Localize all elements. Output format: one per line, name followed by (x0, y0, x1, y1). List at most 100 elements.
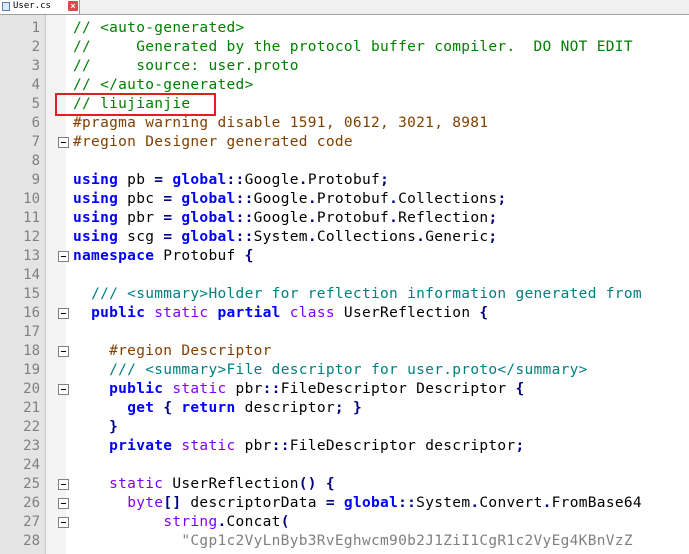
code-token: descriptorData (181, 495, 326, 511)
code-line[interactable]: 27 string.Concat( (0, 513, 689, 532)
code-text: /// <summary>Holder for reflection infor… (73, 285, 642, 304)
line-number: 13 (23, 248, 40, 264)
fold-toggle-icon[interactable] (58, 384, 69, 395)
code-text: "Cgp1c2VyLnByb3RvEghwcm90b2J1ZiI1CgR1c2V… (73, 532, 633, 551)
code-token: #region Designer generated code (73, 134, 353, 150)
code-token: byte (127, 495, 164, 511)
line-number: 19 (23, 362, 40, 378)
code-token: ; (497, 191, 507, 207)
fold-toggle-icon[interactable] (58, 251, 69, 262)
close-icon[interactable]: × (68, 1, 78, 11)
code-line[interactable]: 25 static UserReflection() { (0, 475, 689, 494)
code-token: get (127, 400, 155, 416)
code-token: [] (163, 495, 182, 511)
code-line[interactable]: 18 #region Descriptor (0, 342, 689, 361)
code-token: Protobuf (307, 172, 381, 188)
code-text: private static pbr::FileDescriptor descr… (73, 437, 525, 456)
tab-user-cs[interactable]: User.cs × (0, 0, 80, 14)
code-token: FromBase64 (551, 495, 642, 511)
code-line[interactable]: 7 #region Designer generated code (0, 133, 689, 152)
code-token: . (389, 191, 399, 207)
code-token: Protobuf (316, 191, 390, 207)
code-text: #region Descriptor (73, 342, 272, 361)
code-token: static (154, 305, 209, 321)
line-number: 24 (23, 457, 40, 473)
line-number: 27 (23, 514, 40, 530)
fold-toggle-icon[interactable] (58, 479, 69, 490)
code-line[interactable]: 9 using pb = global::Google.Protobuf; (0, 171, 689, 190)
code-text: byte[] descriptorData = global::System.C… (73, 494, 642, 513)
code-line[interactable]: 19 /// <summary>File descriptor for user… (0, 361, 689, 380)
code-text: string.Concat( (73, 513, 290, 532)
code-token: using (73, 229, 119, 245)
line-number: 22 (23, 419, 40, 435)
fold-toggle-icon[interactable] (58, 517, 69, 528)
code-token: :: (398, 495, 417, 511)
code-line[interactable]: 2 // Generated by the protocol buffer com… (0, 38, 689, 57)
code-token: static (109, 476, 164, 492)
code-line[interactable]: 14 (0, 266, 689, 285)
line-number: 25 (23, 476, 40, 492)
code-text: public static pbr::FileDescriptor Descri… (73, 380, 525, 399)
code-line[interactable]: 17 (0, 323, 689, 342)
code-token: = (325, 495, 335, 511)
code-token: private (109, 438, 173, 454)
code-line[interactable]: 11 using pbr = global::Google.Protobuf.Re… (0, 209, 689, 228)
code-line[interactable]: 16 public static partial class UserRefle… (0, 304, 689, 323)
code-token: Collections (398, 191, 498, 207)
code-line[interactable]: 1 // <auto-generated> (0, 19, 689, 38)
code-line[interactable]: 23 private static pbr::FileDescriptor de… (0, 437, 689, 456)
code-line[interactable]: 3 // source: user.proto (0, 57, 689, 76)
code-token: Protobuf (154, 248, 245, 264)
code-line[interactable]: 22 } (0, 418, 689, 437)
code-token: ; (380, 172, 390, 188)
code-line[interactable]: 24 (0, 456, 689, 475)
code-token: Protobuf (316, 210, 390, 226)
code-line[interactable]: 8 (0, 152, 689, 171)
code-line[interactable]: 26 byte[] descriptorData = global::Syste… (0, 494, 689, 513)
code-line[interactable]: 13 namespace Protobuf { (0, 247, 689, 266)
code-line[interactable]: 21 get { return descriptor; } (0, 399, 689, 418)
code-token: ; (515, 438, 525, 454)
code-token: /// <summary>Holder for reflection infor… (91, 286, 642, 302)
code-line[interactable]: 15 /// <summary>Holder for reflection in… (0, 285, 689, 304)
code-line[interactable]: 20 public static pbr::FileDescriptor Des… (0, 380, 689, 399)
fold-toggle-icon[interactable] (58, 137, 69, 148)
line-number: 10 (23, 191, 40, 207)
line-number: 12 (23, 229, 40, 245)
code-text: using scg = global::System.Collections.G… (73, 228, 497, 247)
code-token: global (343, 495, 399, 511)
code-text: using pbc = global::Google.Protobuf.Coll… (73, 190, 506, 209)
code-token: scg (118, 229, 164, 245)
line-number: 15 (23, 286, 40, 302)
fold-toggle-icon[interactable] (58, 346, 69, 357)
line-number: 3 (31, 58, 40, 74)
code-line[interactable]: 6 #pragma warning disable 1591, 0612, 302… (0, 114, 689, 133)
code-token: :: (235, 191, 254, 207)
code-token: . (542, 495, 552, 511)
line-number: 28 (23, 533, 40, 549)
code-line[interactable]: 12 using scg = global::System.Collections… (0, 228, 689, 247)
code-line[interactable]: 28 "Cgp1c2VyLnByb3RvEghwcm90b2J1ZiI1CgR1… (0, 532, 689, 551)
code-token: /// <summary>File descriptor for user.pr… (109, 362, 588, 378)
code-token: pbr (118, 210, 164, 226)
code-text: #pragma warning disable 1591, 0612, 3021… (73, 114, 488, 133)
code-token: () (298, 476, 317, 492)
code-text: get { return descriptor; } (73, 399, 362, 418)
code-line[interactable]: 10 using pbc = global::Google.Protobuf.Co… (0, 190, 689, 209)
fold-toggle-icon[interactable] (58, 308, 69, 319)
fold-toggle-icon[interactable] (58, 498, 69, 509)
tab-bar: User.cs × (0, 0, 689, 15)
